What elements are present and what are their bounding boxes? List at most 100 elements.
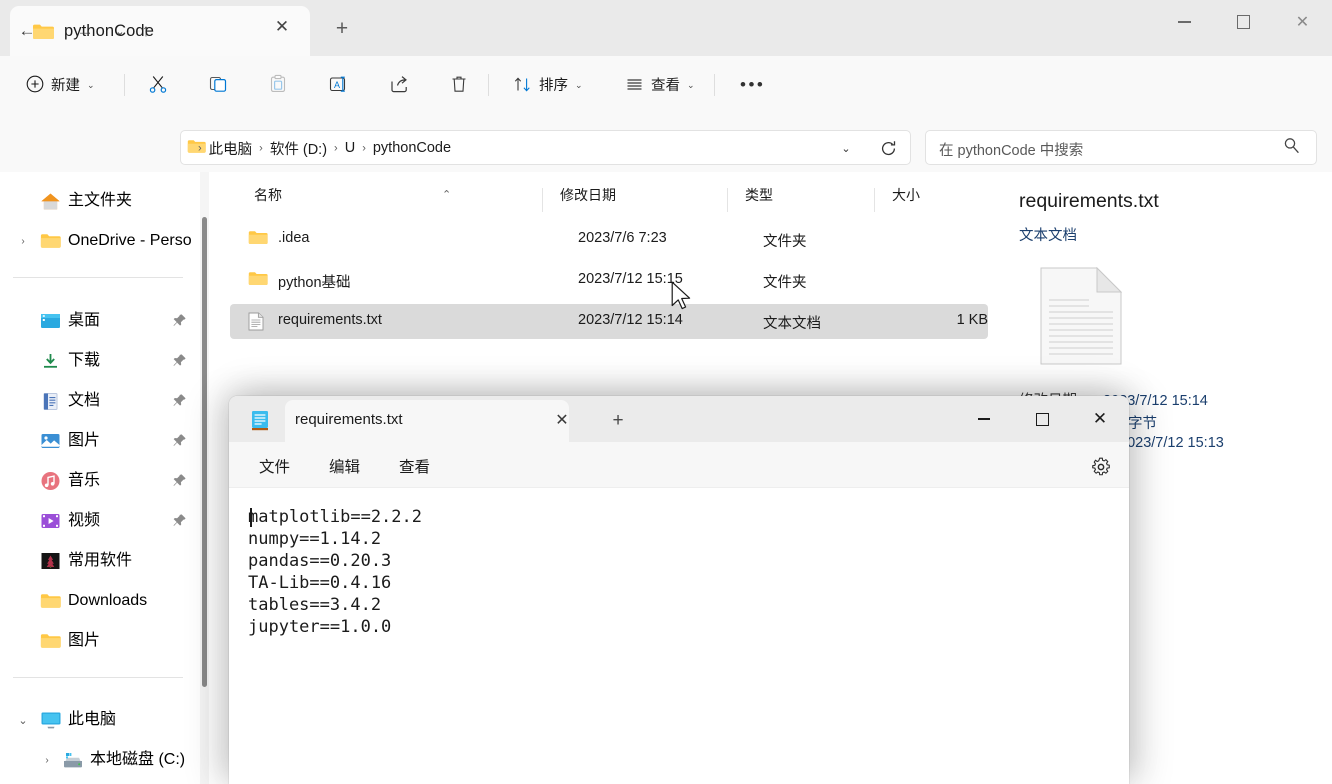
more-options-button[interactable]: ••• (732, 66, 773, 102)
column-divider-3[interactable] (874, 188, 875, 212)
chevron-right-icon[interactable]: › (38, 743, 56, 777)
file-date: 2023/7/12 15:14 (578, 312, 683, 328)
maximize-icon[interactable] (1214, 0, 1273, 44)
screen: pythonCode ✕ + ✕ 新建 ⌄ A 排序 ⌄ 查看 ⌄ ••• ← … (0, 0, 1332, 784)
breadcrumb: › 此电脑 › 软件 (D:) › U › pythonCode (196, 138, 456, 158)
details-file-title: requirements.txt (1019, 190, 1159, 212)
view-button[interactable]: 查看 ⌄ (617, 66, 703, 102)
file-size: 1 KB (956, 312, 988, 328)
breadcrumb-item-3[interactable]: pythonCode (368, 140, 456, 156)
up-button[interactable]: ↑ (131, 16, 161, 46)
column-header-size[interactable]: 大小 (892, 185, 920, 215)
toolbar-divider-3 (714, 74, 715, 96)
sidebar-divider-1 (13, 277, 183, 278)
menu-file[interactable]: 文件 (249, 452, 300, 480)
sidebar-item-label-pictures-folder: 图片 (68, 632, 101, 649)
pin-icon[interactable] (172, 473, 187, 488)
refresh-icon[interactable] (874, 134, 902, 162)
new-button-label: 新建 (51, 77, 80, 94)
explorer-new-tab-button[interactable]: + (325, 14, 359, 44)
column-header-date[interactable]: 修改日期 (560, 185, 616, 215)
notepad-text-area[interactable]: matplotlib==2.2.2 numpy==1.14.2 pandas==… (229, 488, 1129, 784)
rename-button[interactable]: A (320, 66, 358, 102)
notepad-tabstrip: requirements.txt ✕ + ✕ (229, 396, 1129, 442)
back-button[interactable]: ← (12, 16, 42, 46)
delete-button[interactable] (441, 66, 477, 102)
notepad-new-tab-button[interactable]: + (604, 409, 632, 433)
address-dropdown-button[interactable]: ⌄ (832, 136, 860, 160)
close-icon[interactable]: ✕ (1071, 396, 1129, 442)
breadcrumb-item-2[interactable]: U (340, 140, 360, 156)
minimize-icon[interactable] (955, 396, 1013, 442)
column-divider-2[interactable] (727, 188, 728, 212)
desktop-icon (40, 304, 62, 338)
details-meta-row-2: 2023/7/12 15:13 (1119, 435, 1224, 451)
new-button[interactable]: 新建 ⌄ (18, 66, 103, 102)
notepad-tab-close-button[interactable]: ✕ (549, 409, 575, 431)
maximize-icon[interactable] (1013, 396, 1071, 442)
pin-icon[interactable] (172, 313, 187, 328)
sort-button[interactable]: 排序 ⌄ (505, 66, 591, 102)
home-icon (40, 184, 62, 218)
plus-circle-icon (26, 75, 44, 93)
breadcrumb-separator: › (198, 142, 202, 155)
sidebar-item-label-this-pc: 此电脑 (68, 711, 117, 728)
pin-icon[interactable] (172, 353, 187, 368)
breadcrumb-separator: › (259, 142, 263, 155)
chevron-down-icon: ⌄ (687, 79, 695, 90)
videos-icon (40, 504, 62, 538)
search-icon[interactable] (1283, 137, 1300, 159)
text-line: numpy==1.14.2 (248, 529, 382, 549)
text-file-thumbnail (1040, 266, 1123, 365)
sidebar-item-label-documents: 文档 (68, 392, 101, 409)
chevron-down-icon: ⌄ (87, 79, 95, 90)
sidebar-item-label-common-software: 常用软件 (68, 552, 133, 569)
menu-edit[interactable]: 编辑 (319, 452, 370, 480)
details-file-type: 文本文档 (1019, 228, 1077, 244)
drive-icon (62, 743, 84, 777)
navigation-sidebar[interactable]: 主文件夹 › OneDrive - Perso 桌面 下载 文档 图片 音乐 视… (0, 172, 200, 784)
text-cursor (250, 508, 252, 527)
column-header-type[interactable]: 类型 (745, 185, 773, 215)
cut-button[interactable] (140, 66, 176, 102)
documents-icon (40, 384, 62, 418)
gear-icon[interactable] (1089, 455, 1113, 479)
table-row[interactable]: .idea 2023/7/6 7:23 文件夹 (230, 222, 988, 257)
minimize-icon[interactable] (1155, 0, 1214, 44)
forward-button[interactable]: → (70, 16, 100, 46)
text-line: TA-Lib==0.4.16 (248, 573, 392, 593)
delete-icon (452, 76, 466, 92)
copy-button[interactable] (200, 66, 236, 102)
pin-icon[interactable] (172, 513, 187, 528)
onedrive-folder-icon (40, 224, 62, 258)
pin-icon[interactable] (172, 393, 187, 408)
pin-icon[interactable] (172, 433, 187, 448)
folder-icon (40, 624, 62, 658)
table-row[interactable]: python基础 2023/7/12 15:15 文件夹 (230, 263, 988, 298)
sort-ascending-icon: ⌃ (442, 189, 452, 201)
custom-folder-icon (40, 544, 62, 578)
notepad-icon (250, 410, 270, 431)
chevron-right-icon[interactable]: › (14, 224, 32, 258)
column-header-name[interactable]: 名称 ⌃ (254, 185, 451, 215)
svg-text:A: A (334, 80, 340, 90)
breadcrumb-separator: › (362, 142, 366, 155)
sidebar-scrollbar-thumb[interactable] (202, 217, 207, 687)
explorer-tab-close-button[interactable]: ✕ (268, 15, 296, 39)
breadcrumb-item-0[interactable]: 此电脑 (204, 138, 258, 159)
column-divider-1[interactable] (542, 188, 543, 212)
breadcrumb-item-1[interactable]: 软件 (D:) (265, 138, 332, 159)
file-type: 文件夹 (763, 234, 807, 250)
table-row[interactable]: requirements.txt 2023/7/12 15:14 文本文档 1 … (230, 304, 988, 339)
chevron-down-icon[interactable]: ⌄ (14, 703, 32, 737)
paste-button[interactable] (260, 66, 296, 102)
explorer-command-bar: 新建 ⌄ A 排序 ⌄ 查看 ⌄ ••• (0, 56, 1332, 112)
close-icon[interactable]: ✕ (1273, 0, 1332, 44)
details-meta-value-2: 2023/7/12 15:13 (1119, 435, 1224, 451)
notepad-window-controls: ✕ (955, 396, 1129, 442)
details-meta-value-1: 字节 (1128, 416, 1157, 432)
breadcrumb-separator: › (334, 142, 338, 155)
file-name: requirements.txt (278, 312, 382, 328)
menu-view[interactable]: 查看 (389, 452, 440, 480)
share-button[interactable] (381, 66, 419, 102)
